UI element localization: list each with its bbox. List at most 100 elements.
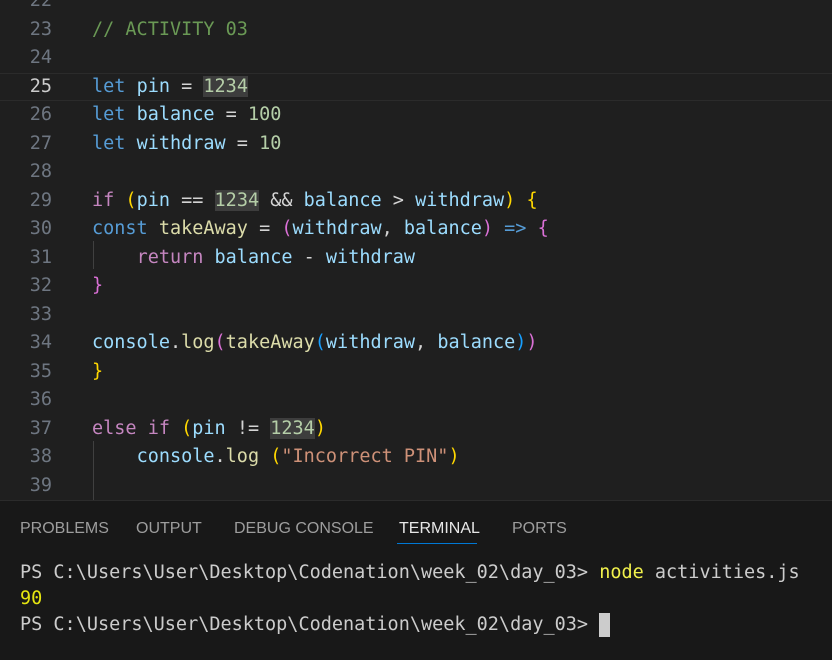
code-token: =	[225, 133, 260, 154]
code-token: withdraw	[136, 133, 226, 154]
code-token: )	[448, 446, 460, 467]
code-token: (	[214, 332, 226, 353]
code-token: )	[481, 218, 494, 239]
code-line[interactable]: 37 else if (pin != 1234)	[0, 415, 832, 443]
code-token: ,	[415, 332, 438, 353]
line-number: 24	[29, 47, 52, 68]
line-number: 22	[29, 0, 52, 11]
code-text: }	[92, 358, 103, 386]
terminal-prompt: PS C:\Users\User\Desktop\Codenation\week…	[20, 562, 600, 583]
code-text: let pin = 1234	[92, 74, 248, 100]
code-token: 10	[259, 133, 282, 154]
code-token: let	[92, 133, 126, 154]
code-token: (	[314, 332, 326, 353]
code-text: }	[92, 272, 103, 300]
code-token: )	[314, 418, 326, 439]
tab-debug-console[interactable]: DEBUG CONSOLE	[234, 519, 374, 539]
bottom-panel: PROBLEMS OUTPUT DEBUG CONSOLE TERMINAL P…	[0, 500, 832, 660]
code-token: takeAway	[158, 218, 248, 239]
code-token: log	[181, 332, 215, 353]
code-token: pin	[136, 76, 170, 97]
code-token: (	[125, 190, 137, 211]
line-number: 39	[29, 475, 52, 496]
code-line[interactable]: 31 return balance - withdraw	[0, 244, 832, 272]
panel-tabs: PROBLEMS OUTPUT DEBUG CONSOLE TERMINAL P…	[0, 501, 832, 545]
terminal-line: PS C:\Users\User\Desktop\Codenation\week…	[20, 561, 800, 585]
code-line[interactable]: 28	[0, 158, 832, 186]
active-tab-indicator	[397, 543, 477, 544]
code-line[interactable]: 39	[0, 472, 832, 500]
code-token: =	[169, 76, 204, 97]
code-token: withdraw	[292, 218, 382, 239]
tab-output[interactable]: OUTPUT	[136, 519, 202, 539]
code-token: }	[92, 275, 104, 296]
code-line[interactable]: 29 if (pin == 1234 && balance > withdraw)…	[0, 187, 832, 215]
code-text: else if (pin != 1234)	[92, 415, 326, 443]
code-token: 1234	[203, 76, 248, 97]
code-token: pin	[192, 418, 226, 439]
code-token: =	[214, 104, 248, 125]
line-number: 38	[29, 446, 52, 467]
code-line[interactable]: 23 // ACTIVITY 03	[0, 16, 832, 44]
code-token: balance	[303, 190, 382, 211]
code-token: withdraw	[415, 190, 505, 211]
line-number: 25	[29, 76, 52, 97]
code-text: console.log ("Incorrect PIN")	[92, 443, 460, 471]
terminal-command: node	[599, 562, 644, 583]
code-token: takeAway	[225, 332, 315, 353]
tab-ports[interactable]: PORTS	[512, 519, 567, 539]
code-line[interactable]: 35}	[0, 358, 832, 386]
code-token: (	[281, 218, 293, 239]
line-number: 35	[29, 361, 52, 382]
code-token: balance	[403, 218, 482, 239]
code-token: "Incorrect PIN"	[281, 446, 449, 467]
code-line[interactable]: 36	[0, 386, 832, 414]
code-token: (	[270, 446, 282, 467]
line-number: 34	[29, 332, 52, 353]
code-token: {	[526, 190, 538, 211]
code-line[interactable]: 33	[0, 301, 832, 329]
code-line[interactable]: 30 const takeAway = (withdraw, balance) =…	[0, 215, 832, 243]
terminal-line: PS C:\Users\User\Desktop\Codenation\week…	[20, 613, 611, 637]
code-token: ,	[381, 218, 404, 239]
code-token: if	[92, 190, 115, 211]
code-token: log	[225, 446, 260, 467]
code-token: )	[504, 190, 516, 211]
code-editor[interactable]: 22 23 // ACTIVITY 03 24 25 let pin = 1234 26 le…	[0, 0, 832, 500]
code-token: else	[92, 418, 137, 439]
line-number: 26	[29, 104, 52, 125]
code-line[interactable]: 27 let withdraw = 10	[0, 130, 832, 158]
tab-problems[interactable]: PROBLEMS	[20, 519, 109, 539]
code-text: const takeAway = (withdraw, balance) => …	[92, 215, 549, 243]
code-line[interactable]: 38 console.log ("Incorrect PIN")	[0, 443, 832, 471]
terminal-command-args: activities.js	[643, 562, 800, 583]
line-number: 37	[29, 418, 52, 439]
code-token: balance	[437, 332, 516, 353]
code-token: let	[92, 104, 126, 125]
code-line[interactable]: 26 let balance = 100	[0, 101, 832, 129]
code-line[interactable]: 25 let pin = 1234	[0, 73, 832, 101]
code-token: console	[92, 332, 170, 353]
code-line[interactable]: 22	[0, 0, 832, 15]
tab-terminal[interactable]: TERMINAL	[399, 519, 480, 539]
terminal-output: 90	[20, 588, 43, 609]
code-token: pin	[136, 190, 170, 211]
line-number: 27	[29, 133, 52, 154]
code-line[interactable]: 34 console.log(takeAway(withdraw, balance…	[0, 329, 832, 357]
code-line[interactable]: 32}	[0, 272, 832, 300]
code-text: // ACTIVITY 03	[92, 16, 248, 44]
line-number: 36	[29, 389, 52, 410]
code-token: 1234	[214, 190, 260, 211]
code-line[interactable]: 24	[0, 44, 832, 72]
code-token: (	[181, 418, 193, 439]
